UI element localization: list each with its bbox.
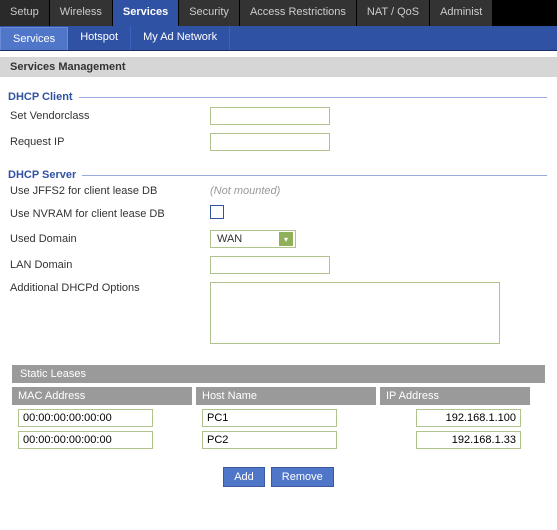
static-leases: Static Leases MAC Address Host Name IP A… bbox=[12, 365, 545, 487]
page-title: Services Management bbox=[0, 57, 557, 77]
addopts-label: Additional DHCPd Options bbox=[10, 282, 210, 294]
dhcp-client-group: DHCP Client Set Vendorclass Request IP bbox=[10, 91, 547, 155]
tab-setup[interactable]: Setup bbox=[0, 0, 50, 26]
lan-domain-label: LAN Domain bbox=[10, 259, 210, 271]
jffs2-value: (Not mounted) bbox=[210, 185, 280, 197]
lease-host-input[interactable] bbox=[202, 431, 337, 449]
requestip-input[interactable] bbox=[210, 133, 330, 151]
dhcp-server-legend: DHCP Server bbox=[6, 169, 82, 181]
lease-row bbox=[12, 431, 545, 449]
subtab-hotspot[interactable]: Hotspot bbox=[68, 26, 131, 50]
addopts-textarea[interactable] bbox=[210, 282, 500, 344]
col-ip-header: IP Address bbox=[380, 387, 530, 405]
tab-security[interactable]: Security bbox=[179, 0, 240, 26]
tab-access-restrictions[interactable]: Access Restrictions bbox=[240, 0, 357, 26]
page-body: Services Management DHCP Client Set Vend… bbox=[0, 51, 557, 507]
lan-domain-input[interactable] bbox=[210, 256, 330, 274]
vendorclass-input[interactable] bbox=[210, 107, 330, 125]
used-domain-label: Used Domain bbox=[10, 233, 210, 245]
requestip-label: Request IP bbox=[10, 136, 210, 148]
leases-title: Static Leases bbox=[12, 365, 545, 383]
top-nav: Setup Wireless Services Security Access … bbox=[0, 0, 557, 26]
add-button[interactable]: Add bbox=[223, 467, 265, 487]
dhcp-client-legend: DHCP Client bbox=[6, 91, 79, 103]
nvram-label: Use NVRAM for client lease DB bbox=[10, 208, 210, 220]
vendorclass-label: Set Vendorclass bbox=[10, 110, 210, 122]
jffs2-label: Use JFFS2 for client lease DB bbox=[10, 185, 210, 197]
remove-button[interactable]: Remove bbox=[271, 467, 334, 487]
tab-services[interactable]: Services bbox=[113, 0, 179, 26]
tab-administration[interactable]: Administ bbox=[430, 0, 493, 26]
subtab-services[interactable]: Services bbox=[0, 27, 68, 50]
lease-host-input[interactable] bbox=[202, 409, 337, 427]
lease-mac-input[interactable] bbox=[18, 409, 153, 427]
lease-ip-input[interactable] bbox=[416, 431, 521, 449]
tab-nat-qos[interactable]: NAT / QoS bbox=[357, 0, 430, 26]
tab-wireless[interactable]: Wireless bbox=[50, 0, 113, 26]
subtab-my-ad-network[interactable]: My Ad Network bbox=[131, 26, 230, 50]
col-mac-header: MAC Address bbox=[12, 387, 192, 405]
sub-nav: Services Hotspot My Ad Network bbox=[0, 26, 557, 51]
col-host-header: Host Name bbox=[196, 387, 376, 405]
used-domain-value: WAN bbox=[217, 233, 242, 245]
used-domain-select[interactable]: WAN ▾ bbox=[210, 230, 296, 248]
nvram-checkbox[interactable] bbox=[210, 205, 224, 219]
lease-ip-input[interactable] bbox=[416, 409, 521, 427]
chevron-down-icon: ▾ bbox=[279, 232, 293, 246]
dhcp-server-group: DHCP Server Use JFFS2 for client lease D… bbox=[10, 169, 547, 351]
lease-mac-input[interactable] bbox=[18, 431, 153, 449]
lease-row bbox=[12, 409, 545, 427]
